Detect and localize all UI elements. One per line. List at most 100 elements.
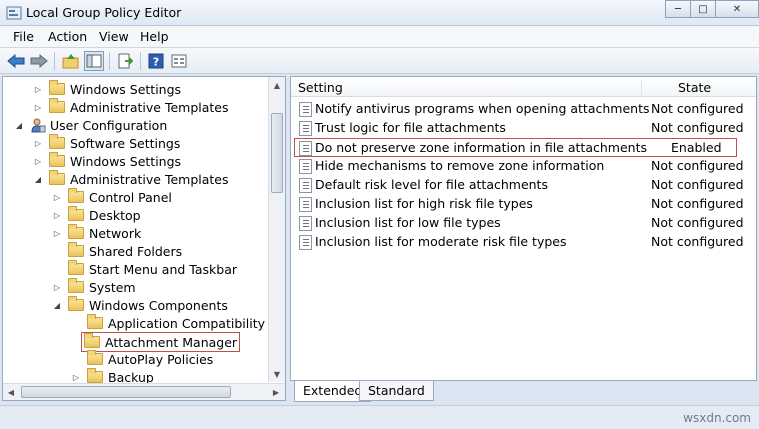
policy-setting-icon <box>299 216 312 231</box>
expand-arrow-icon[interactable]: ▷ <box>33 102 43 112</box>
policy-setting-icon <box>299 102 312 117</box>
folder-icon <box>87 350 103 365</box>
scroll-up-icon[interactable]: ▲ <box>269 77 285 93</box>
expand-arrow-icon[interactable]: ▷ <box>52 192 62 202</box>
policy-setting-icon <box>299 141 312 156</box>
tree-item-network[interactable]: ▷ Network <box>52 224 141 242</box>
user-configuration-icon <box>31 118 46 133</box>
tree-item-system[interactable]: ▷ System <box>52 278 136 296</box>
folder-icon <box>68 260 84 275</box>
expand-arrow-icon[interactable]: ▷ <box>33 84 43 94</box>
column-header-setting[interactable]: Setting <box>298 80 343 95</box>
help-icon[interactable]: ? <box>146 51 166 71</box>
tree-horizontal-scrollbar[interactable]: ◀ ▶ <box>3 383 285 400</box>
expand-arrow-icon[interactable]: ▷ <box>33 138 43 148</box>
tree-item-autoplay-policies[interactable]: AutoPlay Policies <box>71 350 213 368</box>
folder-icon <box>68 278 84 293</box>
list-item[interactable]: Inclusion list for high risk file types … <box>295 195 744 214</box>
expand-arrow-icon[interactable]: ▷ <box>52 228 62 238</box>
tree-item-control-panel[interactable]: ▷ Control Panel <box>52 188 172 206</box>
expand-arrow-icon[interactable]: ▷ <box>52 282 62 292</box>
tree-item-start-menu-and-taskbar[interactable]: Start Menu and Taskbar <box>52 260 237 278</box>
status-bar: wsxdn.com <box>0 405 759 429</box>
folder-icon <box>68 242 84 257</box>
title-bar: Local Group Policy Editor ─ □ ✕ <box>0 0 759 26</box>
group-policy-app-icon <box>6 6 22 20</box>
list-item[interactable]: Inclusion list for moderate risk file ty… <box>295 233 744 252</box>
tree-item-desktop[interactable]: ▷ Desktop <box>52 206 141 224</box>
console-tree[interactable]: ▷ Windows Settings ▷ Administrative Temp… <box>2 76 286 401</box>
menu-file[interactable]: File <box>13 29 34 44</box>
tree-item-software-settings[interactable]: ▷ Software Settings <box>33 134 180 152</box>
policy-setting-icon <box>299 235 312 250</box>
export-list-icon[interactable] <box>115 51 135 71</box>
tree-item-windows-settings-user[interactable]: ▷ Windows Settings <box>33 152 181 170</box>
minimize-button[interactable]: ─ <box>665 0 691 18</box>
folder-icon <box>49 152 65 167</box>
list-item[interactable]: Trust logic for file attachments Not con… <box>295 119 744 138</box>
folder-icon <box>87 314 103 329</box>
folder-icon <box>49 134 65 149</box>
settings-list[interactable]: Setting State Notify antivirus programs … <box>290 76 757 381</box>
folder-icon <box>68 188 84 203</box>
folder-icon <box>84 333 100 348</box>
menu-action[interactable]: Action <box>48 29 87 44</box>
folder-icon <box>68 224 84 239</box>
tree-item-shared-folders[interactable]: Shared Folders <box>52 242 182 260</box>
folder-icon <box>87 368 103 383</box>
menu-bar: File Action View Help <box>0 26 759 48</box>
scroll-thumb[interactable] <box>271 113 283 193</box>
collapse-arrow-icon[interactable]: ◢ <box>14 120 24 130</box>
tree-item-windows-settings[interactable]: ▷ Windows Settings <box>33 80 181 98</box>
collapse-arrow-icon[interactable]: ◢ <box>52 300 62 310</box>
folder-icon <box>49 80 65 95</box>
expand-arrow-icon[interactable]: ▷ <box>52 210 62 220</box>
toolbar: ? <box>0 48 759 74</box>
policy-setting-icon <box>299 178 312 193</box>
menu-help[interactable]: Help <box>140 29 169 44</box>
svg-text:?: ? <box>153 56 159 69</box>
list-header: Setting State <box>291 77 756 97</box>
tree-item-attachment-manager[interactable]: Attachment Manager <box>81 332 241 352</box>
tree-item-windows-components[interactable]: ◢ Windows Components <box>52 296 228 314</box>
list-item[interactable]: Inclusion list for low file types Not co… <box>295 214 744 233</box>
list-item-highlighted[interactable]: Do not preserve zone information in file… <box>294 138 737 157</box>
list-item[interactable]: Default risk level for file attachments … <box>295 176 744 195</box>
maximize-button[interactable]: □ <box>690 0 716 18</box>
folder-icon <box>68 296 84 311</box>
collapse-arrow-icon[interactable]: ◢ <box>33 174 43 184</box>
properties-view-icon[interactable] <box>169 51 189 71</box>
window-title: Local Group Policy Editor <box>26 5 182 20</box>
watermark: wsxdn.com <box>683 411 751 425</box>
folder-icon <box>49 98 65 113</box>
expand-arrow-icon[interactable]: ▷ <box>33 156 43 166</box>
show-hide-tree-icon[interactable] <box>84 51 104 71</box>
tree-item-application-compatibility[interactable]: Application Compatibility <box>71 314 265 332</box>
back-icon[interactable] <box>6 51 26 71</box>
expand-arrow-icon[interactable]: ▷ <box>71 372 81 382</box>
column-header-state[interactable]: State <box>678 80 711 95</box>
close-button[interactable]: ✕ <box>715 0 759 18</box>
up-folder-icon[interactable] <box>61 51 81 71</box>
tab-standard[interactable]: Standard <box>359 381 434 401</box>
scroll-down-icon[interactable]: ▼ <box>269 366 285 382</box>
menu-view[interactable]: View <box>99 29 129 44</box>
tree-item-user-configuration[interactable]: ◢ User Configuration <box>14 116 167 134</box>
folder-icon <box>68 206 84 221</box>
folder-icon <box>49 170 65 185</box>
policy-setting-icon <box>299 159 312 174</box>
policy-setting-icon <box>299 197 312 212</box>
tree-item-administrative-templates[interactable]: ▷ Administrative Templates <box>33 98 229 116</box>
tree-vertical-scrollbar[interactable]: ▲ ▼ <box>268 77 285 382</box>
scroll-thumb[interactable] <box>21 386 231 398</box>
list-item[interactable]: Notify antivirus programs when opening a… <box>295 100 744 119</box>
forward-icon[interactable] <box>29 51 49 71</box>
tree-item-administrative-templates-user[interactable]: ◢ Administrative Templates <box>33 170 229 188</box>
list-item[interactable]: Hide mechanisms to remove zone informati… <box>295 157 744 176</box>
scroll-left-icon[interactable]: ◀ <box>3 384 19 400</box>
scroll-right-icon[interactable]: ▶ <box>268 384 284 400</box>
policy-setting-icon <box>299 121 312 136</box>
view-tabs: Extended Standard <box>290 381 757 403</box>
